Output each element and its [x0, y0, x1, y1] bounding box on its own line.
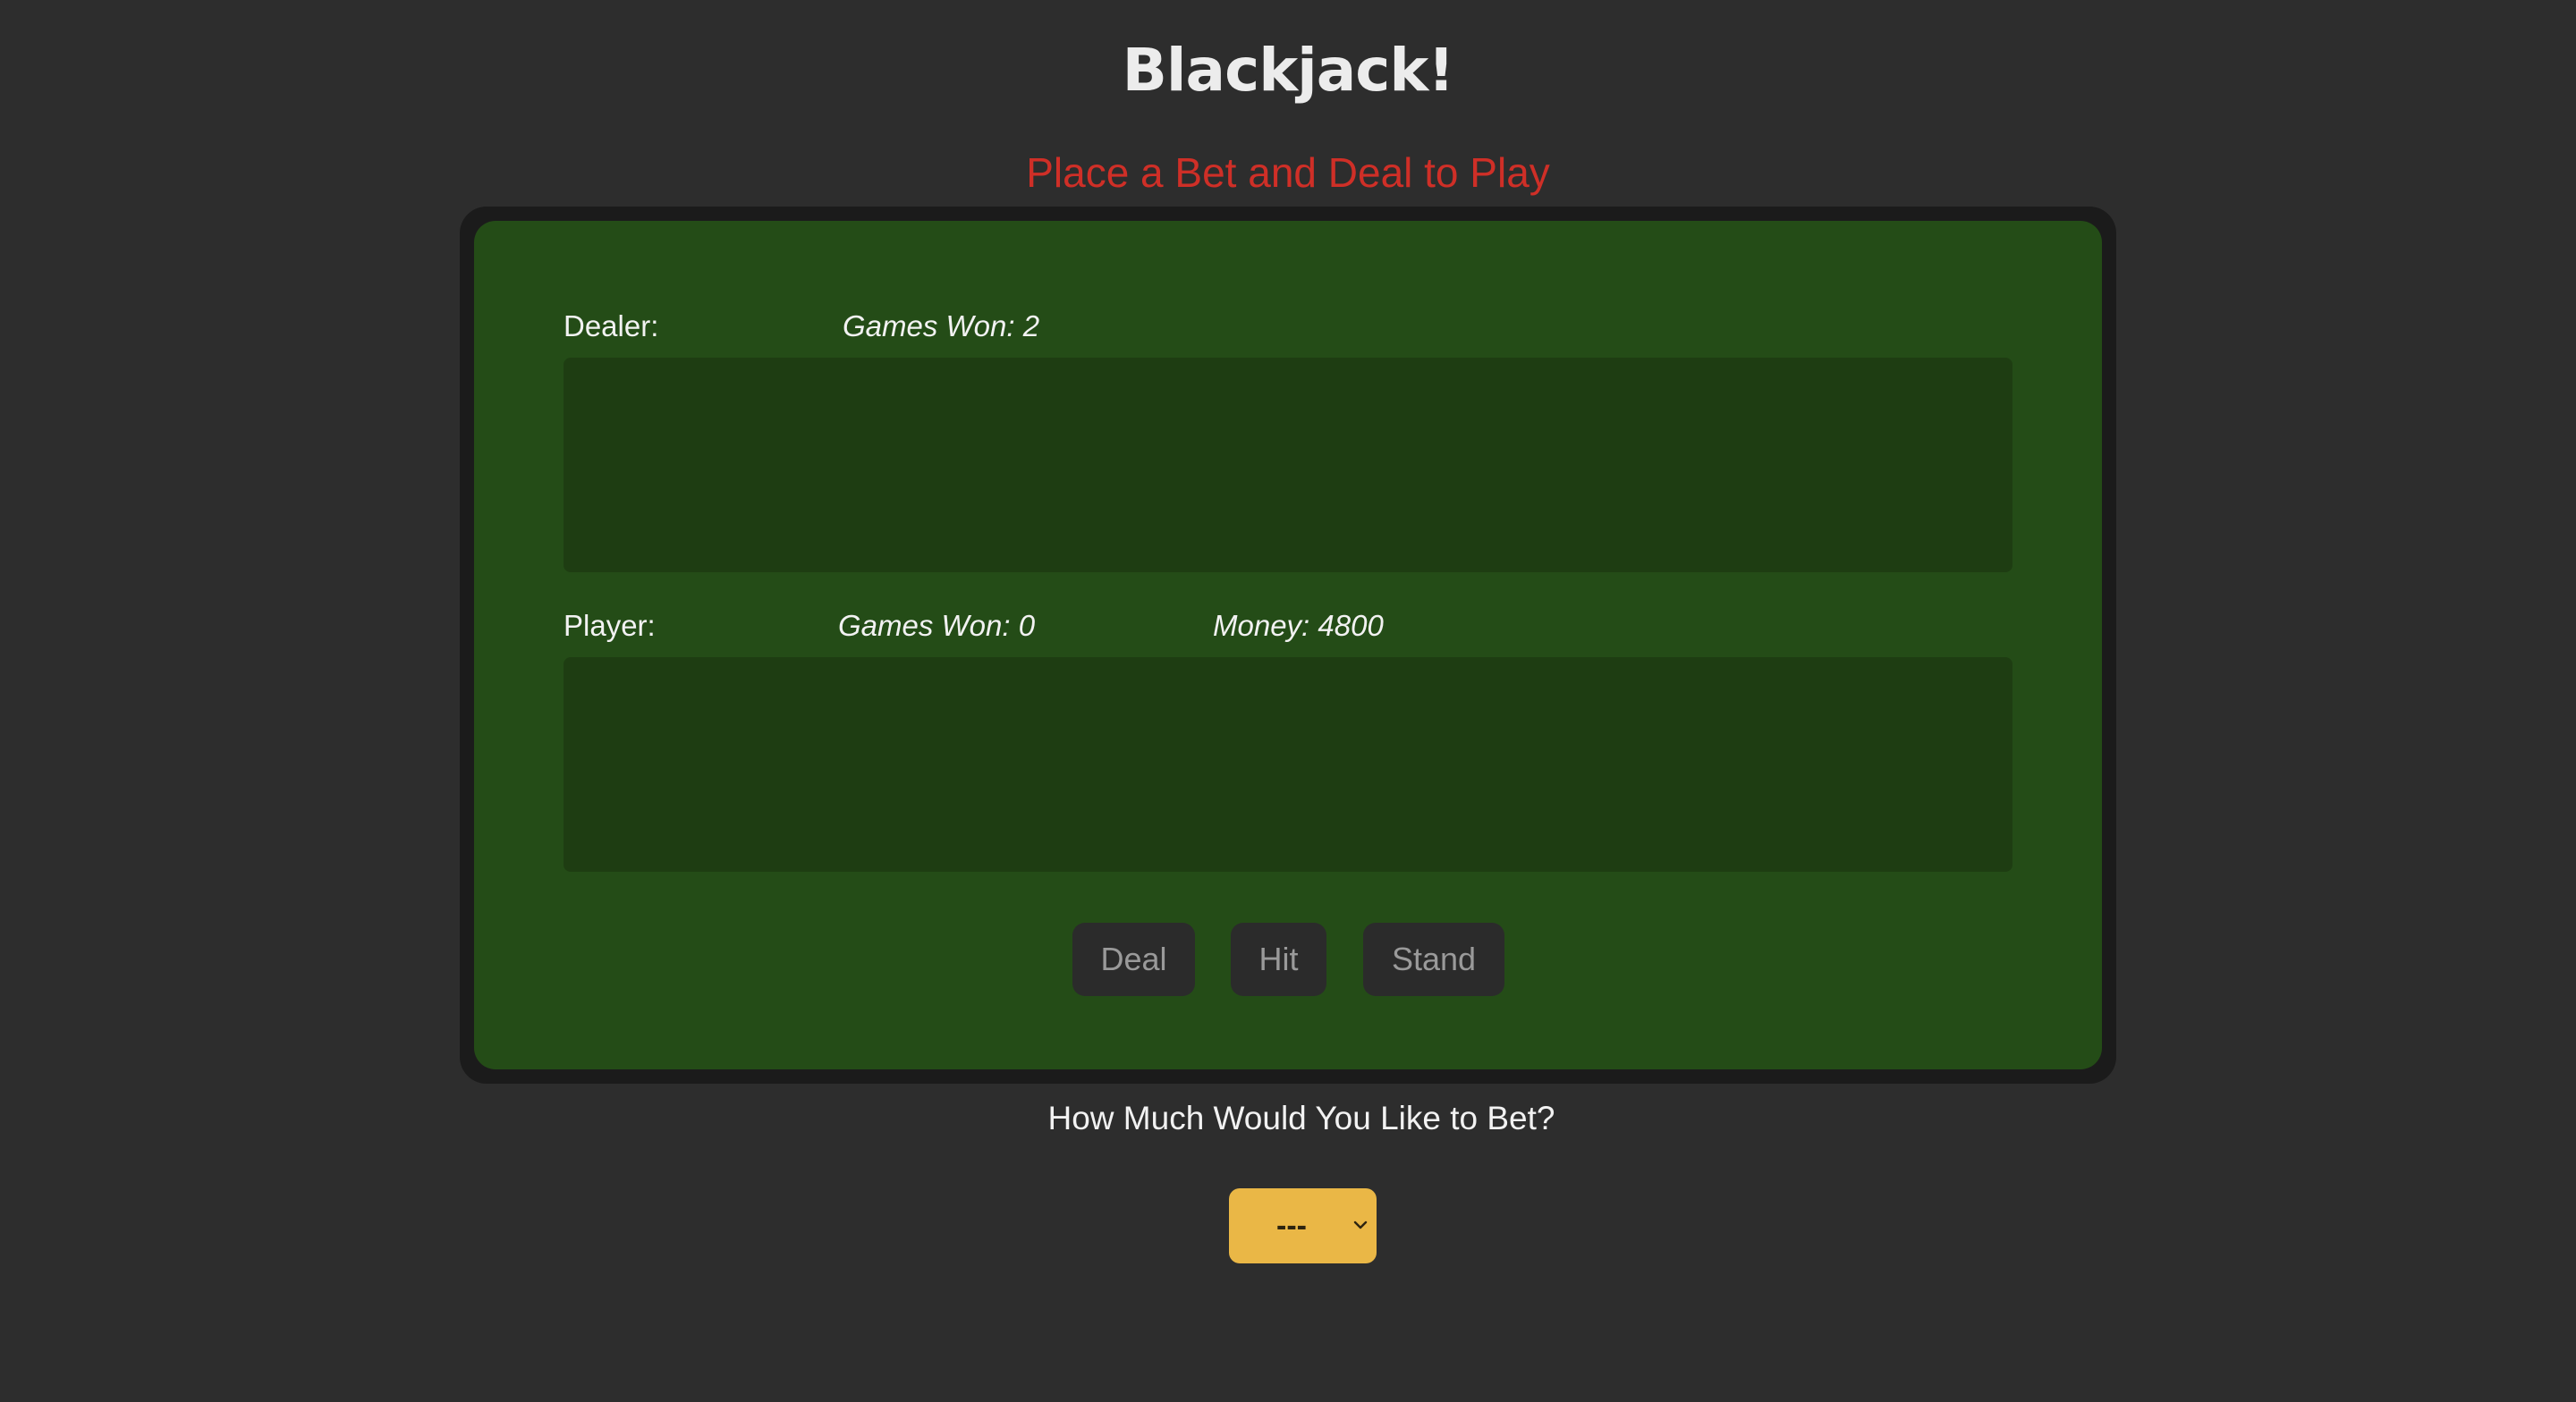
dealer-games-won: Games Won: 2 [843, 309, 1040, 342]
player-games-won: Games Won: 0 [838, 609, 1036, 642]
player-hand-area [564, 657, 2012, 872]
player-label: Player: [564, 609, 656, 642]
bet-selected-value: --- [1276, 1209, 1307, 1243]
page-title: Blackjack! [1122, 36, 1455, 105]
game-table-felt: Dealer: Games Won: 2 Player: Games Won: … [474, 221, 2102, 1069]
deal-button[interactable]: Deal [1072, 923, 1195, 996]
dealer-label: Dealer: [564, 309, 659, 342]
bet-question: How Much Would You Like to Bet? [1047, 1100, 1555, 1136]
hit-button[interactable]: Hit [1231, 923, 1326, 996]
game-table-frame: Dealer: Games Won: 2 Player: Games Won: … [460, 207, 2116, 1084]
dealer-hand-area [564, 358, 2012, 572]
chevron-down-icon [1352, 1217, 1368, 1233]
status-message: Place a Bet and Deal to Play [1026, 149, 1550, 196]
player-money: Money: 4800 [1213, 609, 1384, 642]
stand-button[interactable]: Stand [1363, 923, 1504, 996]
bet-select[interactable]: --- [1229, 1188, 1377, 1263]
